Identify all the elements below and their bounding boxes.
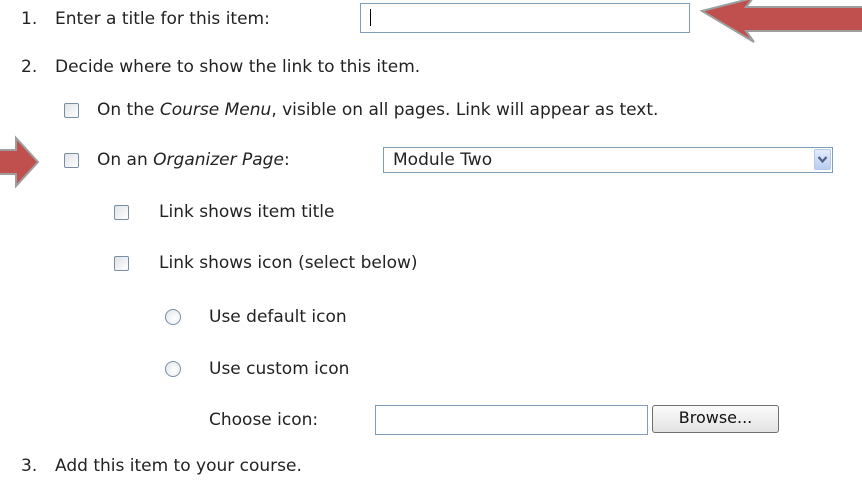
custom-icon-radio[interactable] xyxy=(165,361,181,377)
text-caret xyxy=(370,9,371,26)
link-shows-icon-label: Link shows icon (select below) xyxy=(159,253,418,273)
organizer-label-post: : xyxy=(283,150,290,170)
choose-icon-label: Choose icon: xyxy=(209,410,319,430)
link-shows-title-checkbox[interactable] xyxy=(114,205,129,220)
organizer-page-label: On an Organizer Page: xyxy=(97,149,290,171)
chevron-down-icon xyxy=(817,156,828,164)
step-1-number: 1. xyxy=(21,9,38,29)
organizer-page-select[interactable]: Module Two xyxy=(383,147,833,173)
course-menu-label-post: , visible on all pages. Link will appear… xyxy=(271,100,659,120)
browse-button[interactable]: Browse... xyxy=(652,405,779,433)
dropdown-button[interactable] xyxy=(814,149,831,170)
course-menu-checkbox[interactable] xyxy=(64,103,79,118)
organizer-label-em: Organizer Page xyxy=(153,150,284,170)
organizer-label-pre: On an xyxy=(97,150,154,170)
choose-icon-input[interactable] xyxy=(375,405,648,435)
item-title-input[interactable] xyxy=(360,3,690,33)
right-arrow-icon xyxy=(0,135,40,189)
step-3-label: Add this item to your course. xyxy=(55,456,302,476)
default-icon-label: Use default icon xyxy=(209,307,347,327)
step-3-number: 3. xyxy=(21,456,38,476)
course-menu-label: On the Course Menu, visible on all pages… xyxy=(97,99,658,121)
step-2-number: 2. xyxy=(21,57,38,77)
link-shows-title-label: Link shows item title xyxy=(159,202,335,222)
link-shows-icon-checkbox[interactable] xyxy=(114,256,129,271)
course-menu-label-em: Course Menu xyxy=(159,100,272,120)
step-1-label: Enter a title for this item: xyxy=(55,9,270,29)
default-icon-radio[interactable] xyxy=(165,309,181,325)
course-menu-label-pre: On the xyxy=(97,100,160,120)
organizer-page-selected-value: Module Two xyxy=(393,150,493,170)
organizer-page-checkbox[interactable] xyxy=(64,153,79,168)
left-arrow-icon xyxy=(699,0,862,43)
step-2-label: Decide where to show the link to this it… xyxy=(55,57,421,77)
custom-icon-label: Use custom icon xyxy=(209,359,350,379)
